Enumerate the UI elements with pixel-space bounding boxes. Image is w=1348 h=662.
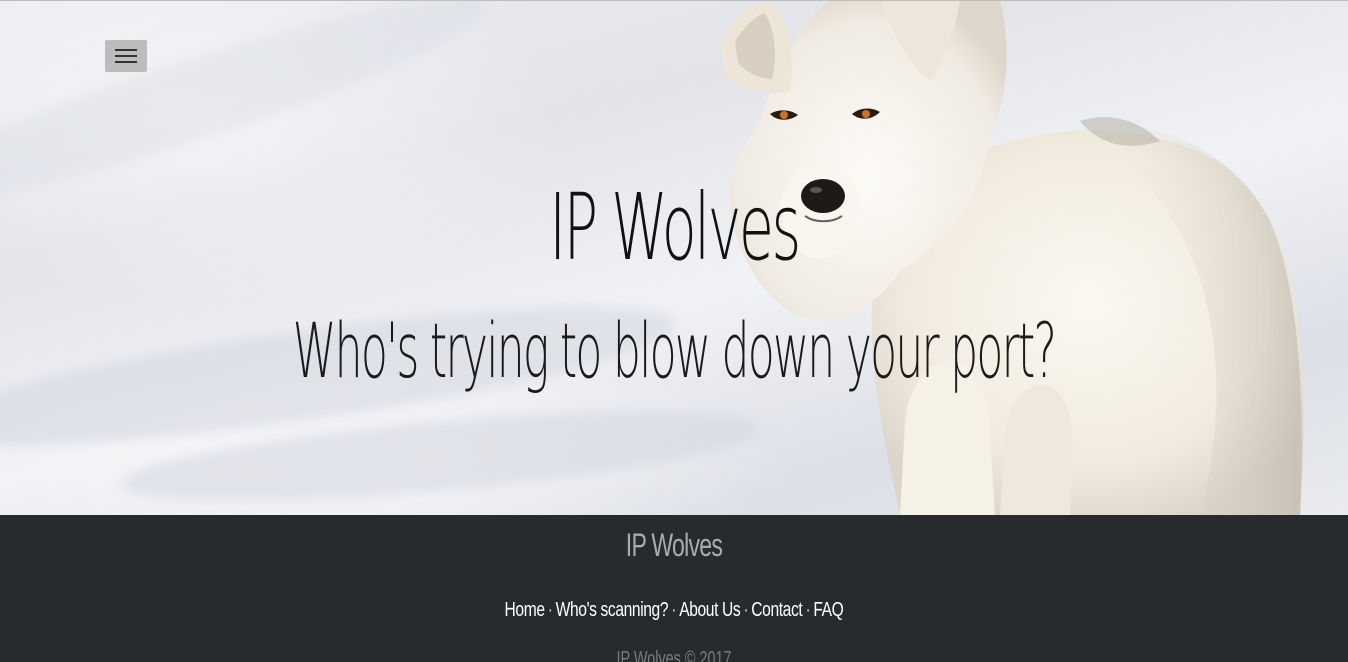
hero-section: IP Wolves Who's trying to blow down your… bbox=[0, 0, 1348, 515]
footer-copyright: IP Wolves © 2017 bbox=[616, 648, 732, 662]
footer-link-whos-scanning[interactable]: Who's scanning? bbox=[556, 599, 669, 621]
footer-link-about-us[interactable]: About Us bbox=[679, 599, 740, 621]
footer-separator: · bbox=[743, 599, 749, 621]
footer-link-home[interactable]: Home bbox=[505, 599, 545, 621]
hero-title: IP Wolves bbox=[549, 174, 801, 281]
footer-separator: · bbox=[671, 599, 677, 621]
footer-brand: IP Wolves bbox=[625, 527, 723, 563]
hamburger-menu-icon bbox=[115, 61, 137, 63]
footer-nav: Home · Who's scanning? · About Us · Contact · FA… bbox=[148, 597, 1199, 623]
footer-link-contact[interactable]: Contact bbox=[751, 599, 802, 621]
footer-separator: · bbox=[805, 599, 811, 621]
footer-link-faq[interactable]: FAQ bbox=[813, 599, 843, 621]
site-footer: IP Wolves Home · Who's scanning? · About Us ·… bbox=[0, 515, 1348, 662]
menu-toggle-button[interactable] bbox=[105, 40, 147, 72]
hero-subtitle: Who's trying to blow down your port? bbox=[292, 306, 1057, 395]
footer-separator: · bbox=[547, 599, 553, 621]
hamburger-menu-icon bbox=[115, 49, 137, 51]
hamburger-menu-icon bbox=[115, 55, 137, 57]
